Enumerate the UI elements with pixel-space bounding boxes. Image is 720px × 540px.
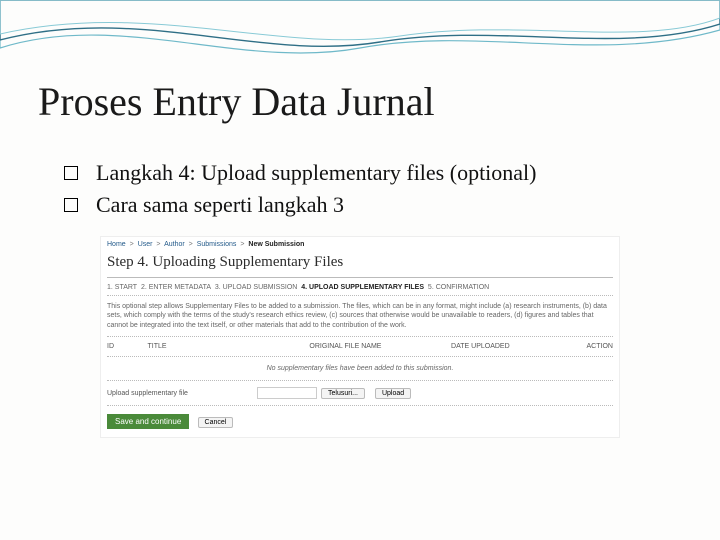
upload-row: Upload supplementary file Telusuri... Up…: [107, 387, 613, 399]
breadcrumb-link-submissions[interactable]: Submissions: [197, 241, 237, 248]
cancel-button[interactable]: Cancel: [198, 417, 234, 428]
breadcrumb: Home > User > Author > Submissions > New…: [107, 241, 613, 248]
file-name-slot: [257, 387, 317, 399]
breadcrumb-link-author[interactable]: Author: [164, 241, 185, 248]
wizard-step-2[interactable]: 2. ENTER METADATA: [141, 284, 211, 291]
action-row: Save and continue Cancel: [107, 414, 613, 429]
wizard-step-5[interactable]: 5. CONFIRMATION: [428, 284, 489, 291]
embedded-screenshot: Home > User > Author > Submissions > New…: [100, 236, 620, 438]
bullet-item: Langkah 4: Upload supplementary files (o…: [64, 160, 670, 186]
upload-label: Upload supplementary file: [107, 390, 247, 397]
wizard-step-3[interactable]: 3. UPLOAD SUBMISSION: [215, 284, 297, 291]
table-empty-message: No supplementary files have been added t…: [107, 361, 613, 376]
bullet-text: Cara sama seperti langkah 3: [96, 192, 344, 218]
breadcrumb-current: New Submission: [248, 241, 304, 248]
step-heading: Step 4. Uploading Supplementary Files: [107, 254, 613, 271]
breadcrumb-link-user[interactable]: User: [138, 241, 153, 248]
divider-dotted: [107, 356, 613, 357]
slide: Proses Entry Data Jurnal Langkah 4: Uplo…: [0, 0, 720, 540]
wizard-step-4: 4. UPLOAD SUPPLEMENTARY FILES: [301, 284, 424, 291]
col-header-name: ORIGINAL FILE NAME: [309, 341, 451, 352]
bullet-box-icon: [64, 198, 78, 212]
breadcrumb-sep: >: [128, 241, 136, 248]
file-input[interactable]: Telusuri...: [257, 387, 365, 399]
breadcrumb-sep: >: [187, 241, 195, 248]
upload-button[interactable]: Upload: [375, 388, 411, 399]
table-header-row: ID TITLE ORIGINAL FILE NAME DATE UPLOADE…: [107, 341, 613, 352]
col-header-date: DATE UPLOADED: [451, 341, 552, 352]
browse-button[interactable]: Telusuri...: [321, 388, 365, 399]
breadcrumb-sep: >: [154, 241, 162, 248]
col-header-title: TITLE: [147, 341, 309, 352]
save-and-continue-button[interactable]: Save and continue: [107, 414, 189, 429]
breadcrumb-sep: >: [238, 241, 246, 248]
bullet-item: Cara sama seperti langkah 3: [64, 192, 670, 218]
col-header-action: ACTION: [552, 341, 613, 352]
step-description: This optional step allows Supplementary …: [107, 302, 613, 330]
bullet-text: Langkah 4: Upload supplementary files (o…: [96, 160, 537, 186]
breadcrumb-link-home[interactable]: Home: [107, 241, 126, 248]
wizard-step-1[interactable]: 1. START: [107, 284, 137, 291]
slide-title: Proses Entry Data Jurnal: [38, 78, 435, 125]
col-header-id: ID: [107, 341, 147, 352]
wizard-steps: 1. START 2. ENTER METADATA 3. UPLOAD SUB…: [107, 284, 613, 291]
decorative-wave: [0, 0, 720, 80]
divider: [107, 277, 613, 278]
bullet-box-icon: [64, 166, 78, 180]
divider-dotted: [107, 336, 613, 337]
files-table: ID TITLE ORIGINAL FILE NAME DATE UPLOADE…: [107, 341, 613, 381]
divider-dotted: [107, 295, 613, 296]
bullet-list: Langkah 4: Upload supplementary files (o…: [64, 160, 670, 224]
divider-dotted: [107, 380, 613, 381]
divider-dotted: [107, 405, 613, 406]
